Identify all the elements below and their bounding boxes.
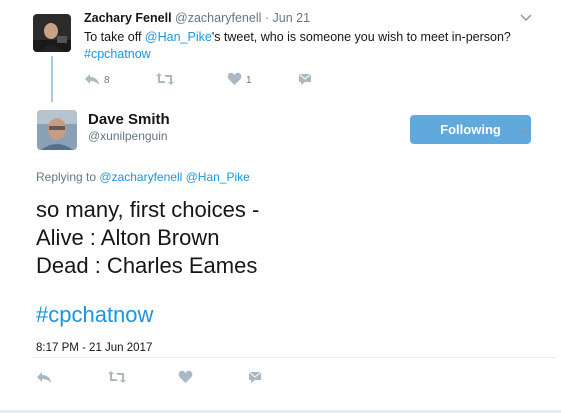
tweet-text-line: Alive : Alton Brown [36,225,220,250]
parent-like-button[interactable]: 1 [227,70,252,88]
parent-dm-button[interactable] [298,70,312,88]
retweet-button[interactable] [107,368,127,386]
parent-mention-link[interactable]: @Han_Pike [145,30,212,44]
header-separator: · [264,11,270,25]
parent-text-prefix: To take off [84,30,145,44]
tweet-timestamp[interactable]: 8:17 PM - 21 Jun 2017 [36,342,152,354]
reply-button[interactable] [36,368,52,386]
parent-text-suffix: 's tweet, who is someone you wish to mee… [211,30,511,44]
like-icon [178,370,193,383]
parent-reply-button[interactable]: 8 [84,70,110,88]
parent-author-name[interactable]: Zachary Fenell [84,11,172,25]
like-icon [227,72,242,85]
parent-hashtag-link[interactable]: #cpchatnow [84,47,151,61]
replying-to-line: Replying to @zacharyfenell @Han_Pike [36,170,250,184]
retweet-icon [156,73,174,85]
chevron-down-icon [520,14,532,22]
chevron-down-icon [517,128,529,136]
tweet-text-line: so many, first choices - [36,197,260,222]
parent-tweet-header: Zachary Fenell @zacharyfenell · Jun 21 [84,11,310,25]
direct-message-icon [298,73,312,85]
parent-author-avatar[interactable] [33,14,71,52]
parent-tweet-text: To take off @Han_Pike's tweet, who is so… [84,29,524,63]
reply-icon [37,372,51,383]
retweet-icon [108,371,126,383]
divider [33,357,556,358]
parent-tweet-date[interactable]: Jun 21 [273,11,311,25]
reply-icon [85,74,99,85]
thread-connector-line [51,56,53,102]
author-name[interactable]: Dave Smith [88,111,170,128]
hashtag-link[interactable]: #cpchatnow [36,302,153,328]
dm-button[interactable] [248,368,262,386]
direct-message-icon [248,371,262,383]
author-avatar[interactable] [37,110,77,150]
like-count: 1 [246,75,252,86]
following-button[interactable]: Following [410,115,531,144]
like-button[interactable] [178,368,193,386]
replying-to-label: Replying to [36,170,97,184]
parent-tweet-menu[interactable] [520,10,532,25]
author-handle[interactable]: @xunilpenguin [88,129,168,143]
reply-count: 8 [104,75,110,86]
tweet-text-line: Dead : Charles Eames [36,253,258,278]
replying-to-link[interactable]: @Han_Pike [186,170,250,184]
parent-retweet-button[interactable] [155,70,175,88]
replying-to-link[interactable]: @zacharyfenell [99,170,182,184]
tweet-text: so many, first choices - Alive : Alton B… [36,196,259,280]
parent-author-handle[interactable]: @zacharyfenell [175,11,261,25]
tweet-menu[interactable] [517,124,529,139]
